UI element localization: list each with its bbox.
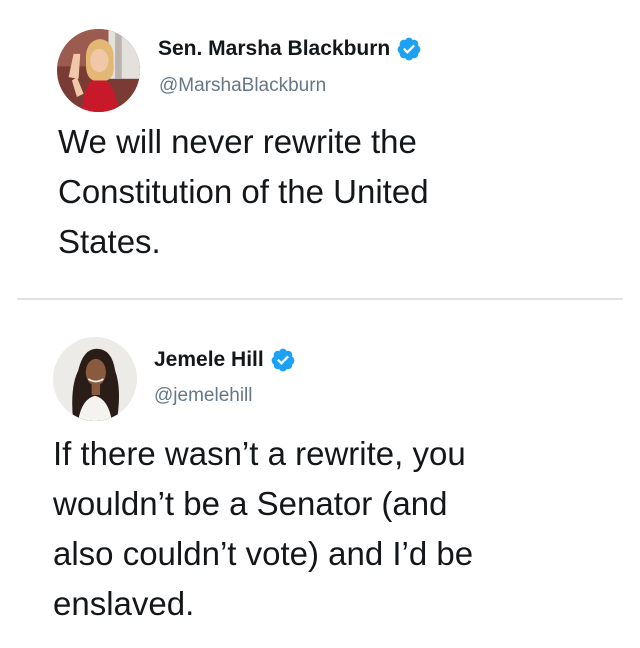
avatar[interactable] <box>57 29 140 112</box>
name-row: Sen. Marsha Blackburn <box>158 36 422 62</box>
tweet-text: We will never rewrite the Constitution o… <box>58 123 429 260</box>
verified-badge-icon <box>396 36 422 62</box>
name-row: Jemele Hill <box>154 347 296 373</box>
handle[interactable]: @MarshaBlackburn <box>159 75 326 97</box>
tweet-blackburn[interactable]: Sen. Marsha Blackburn @MarshaBlackburn W… <box>0 0 640 298</box>
tweet-text: If there wasn’t a rewrite, you wouldn’t … <box>53 435 474 622</box>
display-name[interactable]: Jemele Hill <box>154 348 264 372</box>
avatar[interactable] <box>53 337 137 421</box>
verified-badge-icon <box>270 347 296 373</box>
display-name[interactable]: Sen. Marsha Blackburn <box>158 37 390 61</box>
profile-photo-icon <box>57 29 140 112</box>
profile-photo-icon <box>53 337 137 421</box>
tweet-hill[interactable]: Jemele Hill @jemelehill If there wasn’t … <box>0 300 640 648</box>
handle[interactable]: @jemelehill <box>154 385 253 407</box>
